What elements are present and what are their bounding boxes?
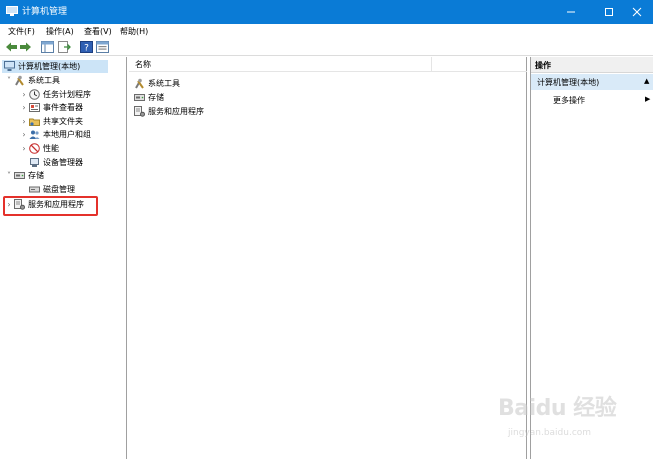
highlight-box [3, 196, 98, 216]
computer-management-app-icon [6, 6, 18, 16]
menu-help[interactable]: 帮助(H) [120, 26, 148, 37]
submenu-arrow-icon: ▶ [645, 95, 651, 103]
actions-header: 操作 [531, 57, 653, 73]
minimize-button[interactable] [554, 0, 587, 24]
menu-file[interactable]: 文件(F) [8, 26, 35, 37]
tree-item-device-manager[interactable]: 设备管理器 [29, 156, 83, 169]
tree-item-storage[interactable]: ˅ 存储 [4, 169, 44, 182]
computer-management-icon [4, 61, 15, 72]
tree-item-disk-management-label: 磁盘管理 [43, 185, 75, 194]
properties-icon[interactable] [96, 41, 109, 53]
close-icon [632, 7, 641, 17]
users-icon [29, 129, 40, 140]
collapsed-chevron-icon[interactable]: › [19, 90, 29, 99]
tree-item-root-label: 计算机管理(本地) [18, 62, 81, 71]
more-actions-label: 更多操作 [553, 96, 585, 105]
services-applications-icon [134, 106, 145, 117]
tree-item-task-scheduler-label: 任务计划程序 [43, 90, 91, 99]
tree-item-system-tools[interactable]: ˅ 系统工具 [4, 74, 60, 87]
tree-item-performance[interactable]: › 性能 [19, 142, 59, 155]
watermark-logo: Baidu 经验 [498, 396, 617, 421]
menu-view[interactable]: 查看(V) [84, 26, 112, 37]
shared-folder-icon [29, 116, 40, 127]
results-pane: 名称 系统工具 存储 服务和应用程序 [129, 57, 527, 459]
maximize-icon [604, 8, 613, 16]
export-list-icon[interactable] [58, 41, 71, 53]
menu-action[interactable]: 操作(A) [46, 26, 74, 37]
tree-item-shared-folders-label: 共享文件夹 [43, 117, 83, 126]
system-tools-icon [134, 78, 145, 89]
computer-management-window: 计算机管理 文件(F) 操作(A) 查看(V) 帮助(H) ? 计算机管理(本地… [0, 0, 653, 459]
storage-icon [14, 170, 25, 181]
window-title: 计算机管理 [22, 7, 68, 17]
tree-item-event-viewer[interactable]: › 事件查看器 [19, 101, 83, 114]
tree-item-performance-label: 性能 [43, 144, 59, 153]
expanded-chevron-icon[interactable]: ˅ [4, 76, 14, 85]
tree-item-shared-folders[interactable]: › 共享文件夹 [19, 115, 83, 128]
list-item-label: 服务和应用程序 [148, 107, 204, 116]
show-hide-console-tree-icon[interactable] [41, 41, 54, 53]
column-header-name[interactable]: 名称 [135, 59, 151, 70]
baidu-jingyan-watermark: Baidu 经验 jingyan.baidu.com [498, 388, 623, 448]
more-actions-item[interactable]: 更多操作 ▶ [531, 93, 653, 107]
actions-section-label: 计算机管理(本地) [537, 78, 600, 87]
collapsed-chevron-icon[interactable]: › [19, 103, 29, 112]
column-header-row: 名称 [129, 57, 527, 72]
tree-item-local-users-groups-label: 本地用户和组 [43, 130, 91, 139]
event-viewer-icon [29, 102, 40, 113]
collapse-up-icon[interactable]: ▲ [644, 77, 649, 85]
column-separator[interactable] [431, 57, 432, 72]
task-scheduler-icon [29, 89, 40, 100]
tree-item-disk-management[interactable]: 磁盘管理 [29, 183, 75, 196]
close-button[interactable] [620, 0, 653, 24]
disk-management-icon [29, 184, 40, 195]
console-tree: 计算机管理(本地) ˅ 系统工具 › 任务计划程序 › 事件查看器 › 共享文件… [2, 57, 127, 459]
minimize-icon [566, 11, 575, 13]
tree-item-system-tools-label: 系统工具 [28, 76, 60, 85]
expanded-chevron-icon[interactable]: ˅ [4, 171, 14, 180]
collapsed-chevron-icon[interactable]: › [19, 144, 29, 153]
title-bar[interactable]: 计算机管理 [0, 0, 653, 24]
tree-item-device-manager-label: 设备管理器 [43, 158, 83, 167]
menu-bar: 文件(F) 操作(A) 查看(V) 帮助(H) [0, 24, 653, 39]
list-item-system-tools[interactable]: 系统工具 [134, 77, 180, 90]
actions-section-computer-management[interactable]: 计算机管理(本地) ▲ [531, 74, 653, 90]
forward-arrow-icon[interactable] [19, 41, 32, 53]
toolbar: ? [0, 39, 653, 56]
collapsed-chevron-icon[interactable]: › [19, 130, 29, 139]
svg-text:?: ? [84, 44, 89, 54]
tree-item-event-viewer-label: 事件查看器 [43, 103, 83, 112]
tree-item-storage-label: 存储 [28, 171, 44, 180]
system-tools-icon [14, 75, 25, 86]
tree-item-root[interactable]: 计算机管理(本地) [2, 60, 108, 73]
actions-header-label: 操作 [535, 61, 551, 70]
tree-item-local-users-groups[interactable]: › 本地用户和组 [19, 128, 91, 141]
back-arrow-icon[interactable] [5, 41, 18, 53]
watermark-url: jingyan.baidu.com [508, 428, 592, 438]
list-item-services-applications[interactable]: 服务和应用程序 [134, 105, 204, 118]
list-item-label: 系统工具 [148, 79, 180, 88]
help-icon[interactable]: ? [80, 41, 93, 53]
device-manager-icon [29, 157, 40, 168]
performance-icon [29, 143, 40, 154]
collapsed-chevron-icon[interactable]: › [19, 117, 29, 126]
list-item-label: 存储 [148, 93, 164, 102]
list-item-storage[interactable]: 存储 [134, 91, 164, 104]
storage-icon [134, 92, 145, 103]
tree-item-task-scheduler[interactable]: › 任务计划程序 [19, 88, 91, 101]
